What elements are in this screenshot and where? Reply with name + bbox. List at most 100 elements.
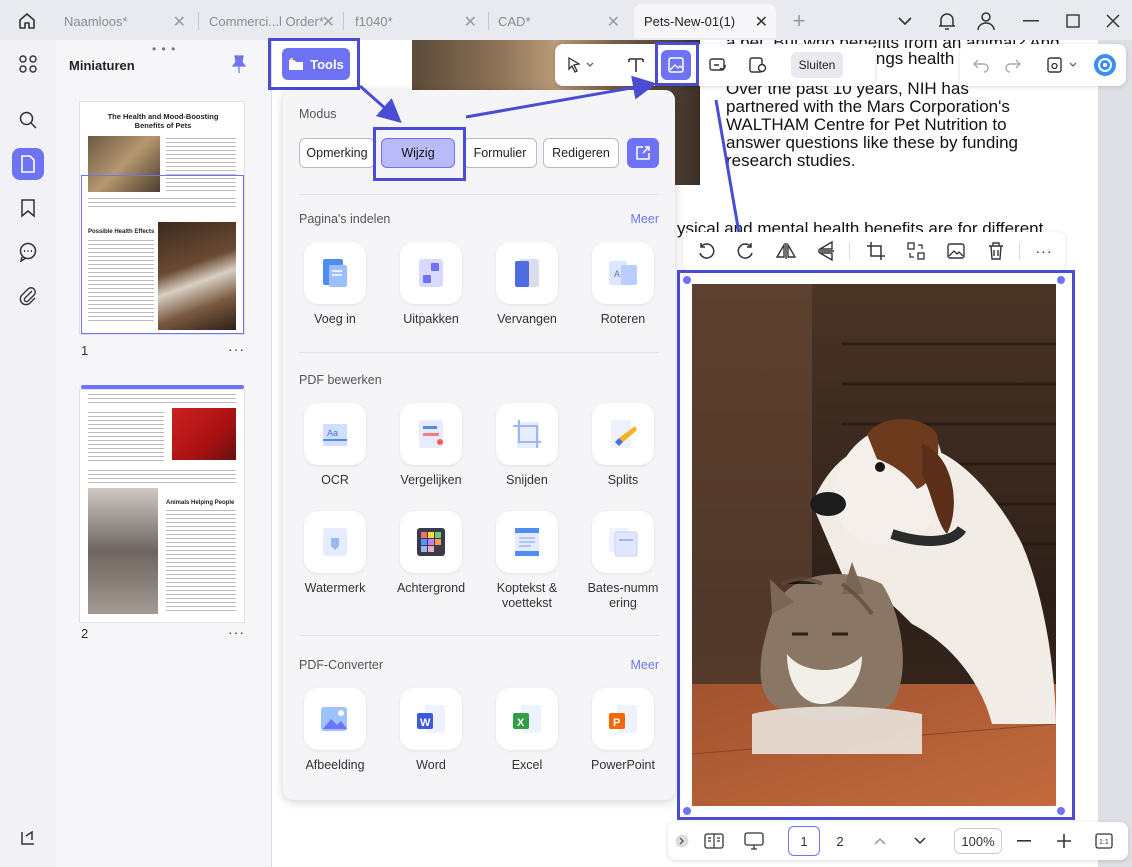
brand-logo-icon[interactable] <box>12 822 44 854</box>
user-icon[interactable] <box>973 8 999 34</box>
tool-afbeelding[interactable]: Afbeelding <box>287 688 383 773</box>
tool-label: Roteren <box>600 312 646 326</box>
drag-handle[interactable]: • • • <box>152 42 176 56</box>
tool-word[interactable]: W Word <box>383 688 479 773</box>
extract-page-icon <box>400 242 462 304</box>
chevron-down-icon[interactable] <box>910 828 930 854</box>
search-icon[interactable] <box>12 104 44 136</box>
tool-vervangen[interactable]: Vervangen <box>479 242 575 327</box>
extract-image-icon[interactable] <box>903 238 929 264</box>
resize-handle[interactable] <box>683 276 691 284</box>
close-icon[interactable]: ✕ <box>322 12 335 32</box>
close-icon[interactable]: ✕ <box>755 12 768 32</box>
divider <box>299 635 659 636</box>
zoom-level-field[interactable]: 100% <box>954 828 1002 854</box>
comment-icon[interactable] <box>12 236 44 268</box>
collapse-icon[interactable] <box>674 828 690 854</box>
tool-splits[interactable]: Splits <box>575 403 671 488</box>
watermark-tool-icon[interactable] <box>743 50 773 80</box>
tool-achtergrond[interactable]: Achtergrond <box>383 511 479 596</box>
actual-size-icon[interactable]: 1:1 <box>1094 828 1114 854</box>
tool-vergelijken[interactable]: Vergelijken <box>383 403 479 488</box>
page-thumbnail-2[interactable]: Animals Helping People <box>80 390 244 622</box>
more-options-icon[interactable]: ··· <box>228 341 245 357</box>
select-pointer-icon[interactable] <box>561 50 601 80</box>
more-options-icon[interactable]: ··· <box>1031 238 1057 264</box>
thumbnail-subheading: Animals Helping People <box>166 500 235 506</box>
tool-voeg-in[interactable]: Voeg in <box>287 242 383 327</box>
delete-icon[interactable] <box>983 238 1009 264</box>
minimize-icon[interactable] <box>1018 8 1044 34</box>
new-tab-icon[interactable]: + <box>786 8 812 34</box>
rotate-left-icon[interactable] <box>693 238 719 264</box>
tool-powerpoint[interactable]: P PowerPoint <box>575 688 671 773</box>
tab-f1040[interactable]: f1040* ✕ <box>345 4 485 38</box>
bell-icon[interactable] <box>934 8 960 34</box>
meer-link[interactable]: Meer <box>631 658 659 672</box>
external-link-icon[interactable] <box>627 138 659 168</box>
section-pdf-bewerken-title: PDF bewerken <box>299 373 382 387</box>
tool-label: Snijden <box>506 473 548 487</box>
split-icon <box>592 403 654 465</box>
close-edit-button[interactable]: Sluiten <box>791 52 843 78</box>
redo-icon[interactable] <box>998 50 1028 80</box>
tool-ocr[interactable]: Aa OCR <box>287 403 383 488</box>
tool-bates-nummering[interactable]: Bates-numm ering <box>575 511 671 611</box>
tab-separator <box>343 12 344 30</box>
maximize-icon[interactable] <box>1060 8 1086 34</box>
chevron-down-icon[interactable] <box>892 8 918 34</box>
more-options-icon[interactable]: ··· <box>228 624 245 640</box>
tab-naamloos[interactable]: Naamloos* ✕ <box>54 4 194 38</box>
undo-icon[interactable] <box>966 50 996 80</box>
ai-assistant-icon[interactable] <box>1090 50 1120 80</box>
edit-toolbar: Sluiten <box>555 44 875 86</box>
save-icon[interactable] <box>1040 50 1084 80</box>
link-tool-icon[interactable] <box>703 50 733 80</box>
flip-vertical-icon[interactable] <box>813 238 839 264</box>
home-icon[interactable] <box>14 8 40 34</box>
replace-image-icon[interactable] <box>943 238 969 264</box>
tool-roteren[interactable]: A Roteren <box>575 242 671 327</box>
mode-redigeren-button[interactable]: Redigeren <box>543 138 619 168</box>
close-window-icon[interactable] <box>1100 8 1126 34</box>
meer-link[interactable]: Meer <box>631 212 659 226</box>
resize-handle[interactable] <box>1057 807 1065 815</box>
close-icon[interactable]: ✕ <box>173 12 186 32</box>
tool-watermerk[interactable]: Watermerk <box>287 511 383 596</box>
tool-snijden[interactable]: Snijden <box>479 403 575 488</box>
flip-horizontal-icon[interactable] <box>773 238 799 264</box>
word-icon: W <box>400 688 462 750</box>
chevron-up-icon[interactable] <box>870 828 890 854</box>
pages-icon[interactable] <box>12 148 44 180</box>
bookmark-icon[interactable] <box>12 192 44 224</box>
presentation-icon[interactable] <box>742 828 766 854</box>
pin-icon[interactable] <box>230 54 248 77</box>
reading-mode-icon[interactable] <box>702 828 726 854</box>
modus-title: Modus <box>299 107 337 121</box>
close-icon[interactable]: ✕ <box>464 12 477 32</box>
zoom-out-icon[interactable] <box>1014 828 1034 854</box>
tab-cad[interactable]: CAD* ✕ <box>488 4 628 38</box>
mode-opmerking-button[interactable]: Opmerking <box>299 138 375 168</box>
mode-formulier-button[interactable]: Formulier <box>463 138 537 168</box>
resize-handle[interactable] <box>683 807 691 815</box>
page-1-button[interactable]: 1 <box>788 826 820 856</box>
tool-excel[interactable]: X Excel <box>479 688 575 773</box>
divider <box>299 194 659 195</box>
tool-uitpakken[interactable]: Uitpakken <box>383 242 479 327</box>
tool-label: Excel <box>511 758 543 772</box>
tab-commercial-order[interactable]: Commerci...l Order* ✕ <box>199 4 339 38</box>
paperclip-icon[interactable] <box>12 280 44 312</box>
tab-pets-new[interactable]: Pets-New-01(1) ✕ <box>634 4 776 38</box>
svg-text:Aa: Aa <box>327 428 338 438</box>
tool-koptekst-voettekst[interactable]: Koptekst & voettekst <box>479 511 575 611</box>
close-icon[interactable]: ✕ <box>607 12 620 32</box>
dog-and-cat-photo[interactable] <box>692 284 1056 806</box>
resize-handle[interactable] <box>1057 276 1065 284</box>
page-2-button[interactable]: 2 <box>828 828 852 854</box>
rotate-right-icon[interactable] <box>733 238 759 264</box>
crop-image-icon[interactable] <box>863 238 889 264</box>
apps-icon[interactable] <box>12 48 44 80</box>
zoom-in-icon[interactable] <box>1054 828 1074 854</box>
text-tool-icon[interactable] <box>621 50 651 80</box>
